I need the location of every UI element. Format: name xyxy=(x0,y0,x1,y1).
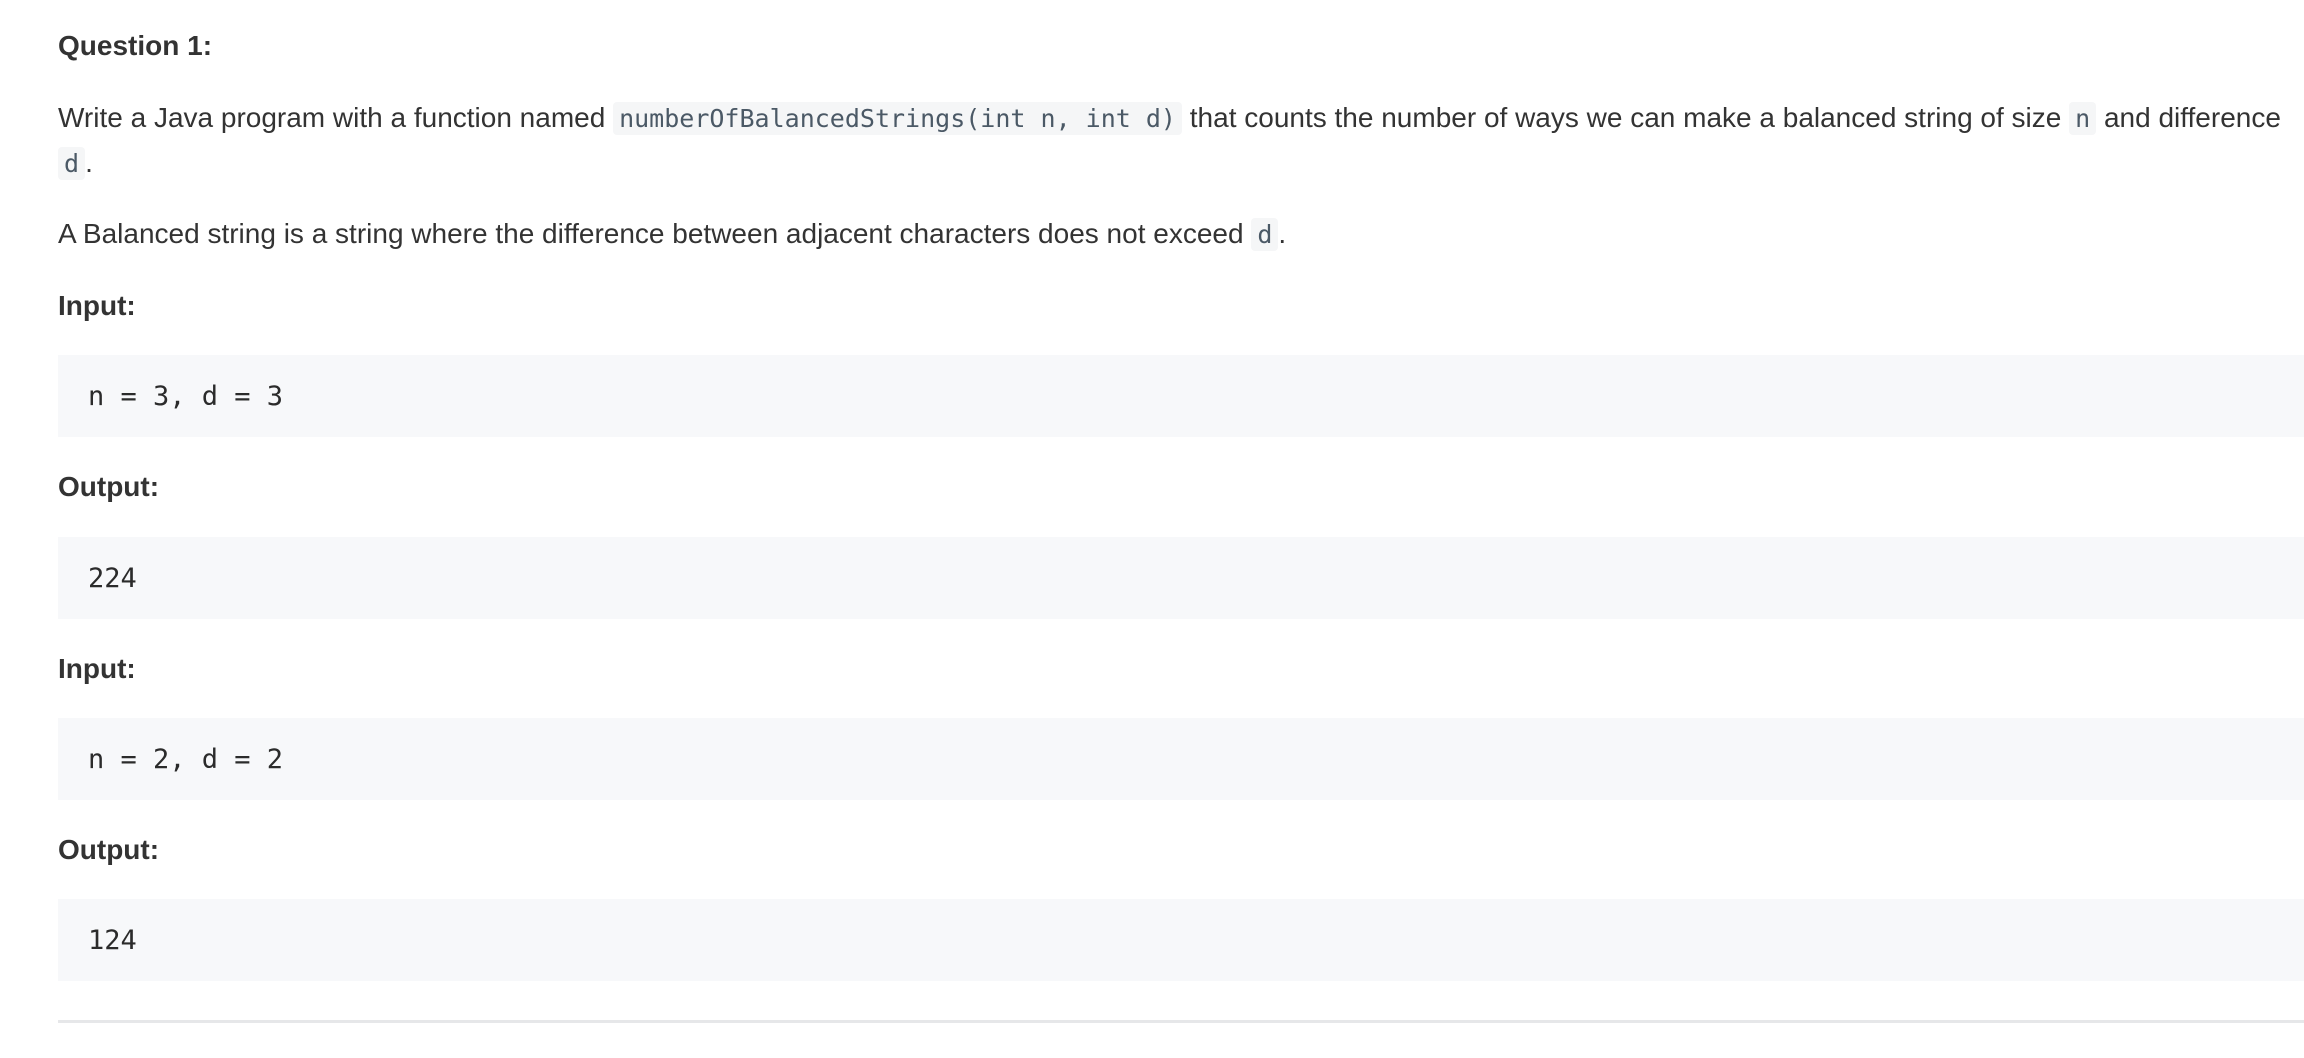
example-2-input-label: Input: xyxy=(58,653,136,684)
example-2-input-code: n = 2, d = 2 xyxy=(58,718,2304,800)
example-1-output-code: 224 xyxy=(58,537,2304,619)
balanced-definition: A Balanced string is a string where the … xyxy=(58,212,1286,257)
question-description: Write a Java program with a function nam… xyxy=(58,96,2304,186)
example-2-output-label: Output: xyxy=(58,834,160,865)
question-title: Question 1: xyxy=(58,30,213,61)
description-text-4: . xyxy=(85,147,93,178)
description-text-2: that counts the number of ways we can ma… xyxy=(1181,102,2070,133)
function-signature-code: numberOfBalancedStrings(int n, int d) xyxy=(613,102,1182,135)
variable-n-code: n xyxy=(2069,102,2097,135)
example-1-input-label: Input: xyxy=(58,290,136,321)
variable-d-code: d xyxy=(58,147,86,180)
description-text-1: Write a Java program with a function nam… xyxy=(58,102,614,133)
definition-end: . xyxy=(1278,218,1287,249)
definition-variable-d-code: d xyxy=(1251,218,1279,251)
description-text-3: and difference xyxy=(2096,102,2281,133)
example-1-input-code: n = 3, d = 3 xyxy=(58,355,2304,437)
section-divider xyxy=(58,1020,2304,1023)
example-1-output-label: Output: xyxy=(58,471,160,502)
definition-text: A Balanced string is a string where the … xyxy=(58,218,1252,249)
example-2-output-code: 124 xyxy=(58,899,2304,981)
